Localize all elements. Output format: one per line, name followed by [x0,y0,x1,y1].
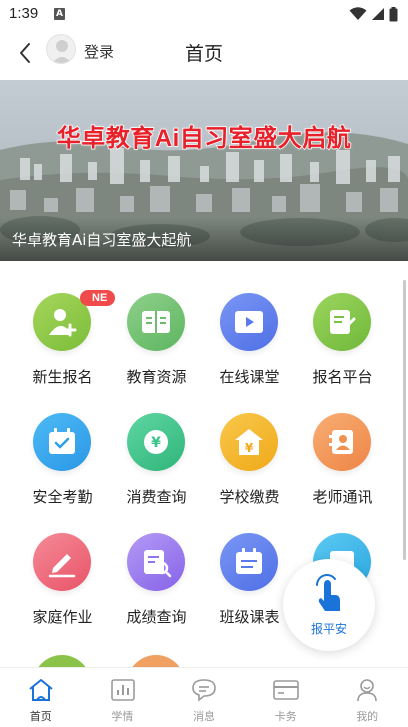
score-search-icon [127,533,185,591]
grid-item-registration-platform[interactable]: 报名平台 [296,261,389,386]
status-icons [349,6,398,22]
video-play-icon [220,293,278,351]
report-safe-label: 报平安 [310,622,347,636]
banner[interactable]: 华卓教育Ai自习室盛大启航 华卓教育Ai自习室盛大起航 [0,80,408,261]
grid-label-score-query: 成绩查询 [126,608,187,626]
message-bubble-icon [189,676,219,704]
back-button[interactable] [12,38,38,68]
tab-label-learning: 学情 [111,710,134,723]
svg-text:¥: ¥ [151,435,161,451]
notification-icon: A [54,8,65,20]
grid-label-homework: 家庭作业 [32,608,93,626]
svg-text:¥: ¥ [245,441,254,455]
timetable-icon [220,533,278,591]
pencil-icon [33,533,91,591]
battery-icon [389,6,398,21]
login-link[interactable]: 登录 [84,41,114,62]
grid-item-school-fees[interactable]: ¥ 学校缴费 [203,381,296,506]
tab-learning[interactable]: 学情 [82,668,164,727]
grid-item-attendance[interactable]: 安全考勤 [16,381,109,506]
grid-item-new-student[interactable]: NE 新生报名 [16,261,116,386]
avatar[interactable] [46,34,76,64]
grid-item-education-resources[interactable]: 教育资源 [110,261,203,386]
tab-messages[interactable]: 消息 [163,668,245,727]
user-avatar-icon [52,40,72,63]
grid-icon-partial-1[interactable] [33,655,91,667]
bar-chart-icon [108,676,138,704]
edit-form-icon [313,293,371,351]
status-time: 1:39 [9,5,39,22]
chevron-left-icon [20,43,30,63]
header: 登录 首页 [0,28,408,78]
tap-hand-icon [316,574,340,611]
contacts-book-icon [313,413,371,471]
tab-profile[interactable]: 我的 [326,668,408,727]
report-safe-button[interactable]: 报平安 [283,559,375,651]
school-yuan-icon: ¥ [220,413,278,471]
grid-item-online-class[interactable]: 在线课堂 [203,261,296,386]
tab-label-home: 首页 [29,710,52,723]
profile-icon [352,676,382,704]
grid-item-consumption-query[interactable]: ¥ 消费查询 [110,381,203,506]
grid-item-teacher-contacts[interactable]: 老师通讯 [296,381,389,506]
tab-label-card-service: 卡务 [274,710,297,723]
scrollbar[interactable] [403,280,406,560]
banner-caption: 华卓教育Ai自习室盛大起航 [12,231,192,249]
wifi-icon [349,7,367,20]
grid-icon-partial-2[interactable] [127,655,185,667]
page-title: 首页 [184,43,223,65]
tab-label-profile: 我的 [356,710,379,723]
card-icon [271,676,301,704]
tab-home[interactable]: 首页 [0,668,82,727]
calendar-check-icon [33,413,91,471]
grid-item-homework[interactable]: 家庭作业 [16,501,109,626]
grid-item-score-query[interactable]: 成绩查询 [110,501,203,626]
tab-label-messages: 消息 [192,710,215,723]
status-bar: 1:39 A [0,0,408,28]
book-icon [127,293,185,351]
bottom-tab-bar: 首页 学情 消息 卡务 我的 [0,667,408,727]
home-icon [26,676,56,704]
tab-card-service[interactable]: 卡务 [245,668,327,727]
signal-icon [372,8,384,20]
banner-headline: 华卓教育Ai自习室盛大启航 [56,124,352,153]
yuan-coin-icon: ¥ [127,413,185,471]
